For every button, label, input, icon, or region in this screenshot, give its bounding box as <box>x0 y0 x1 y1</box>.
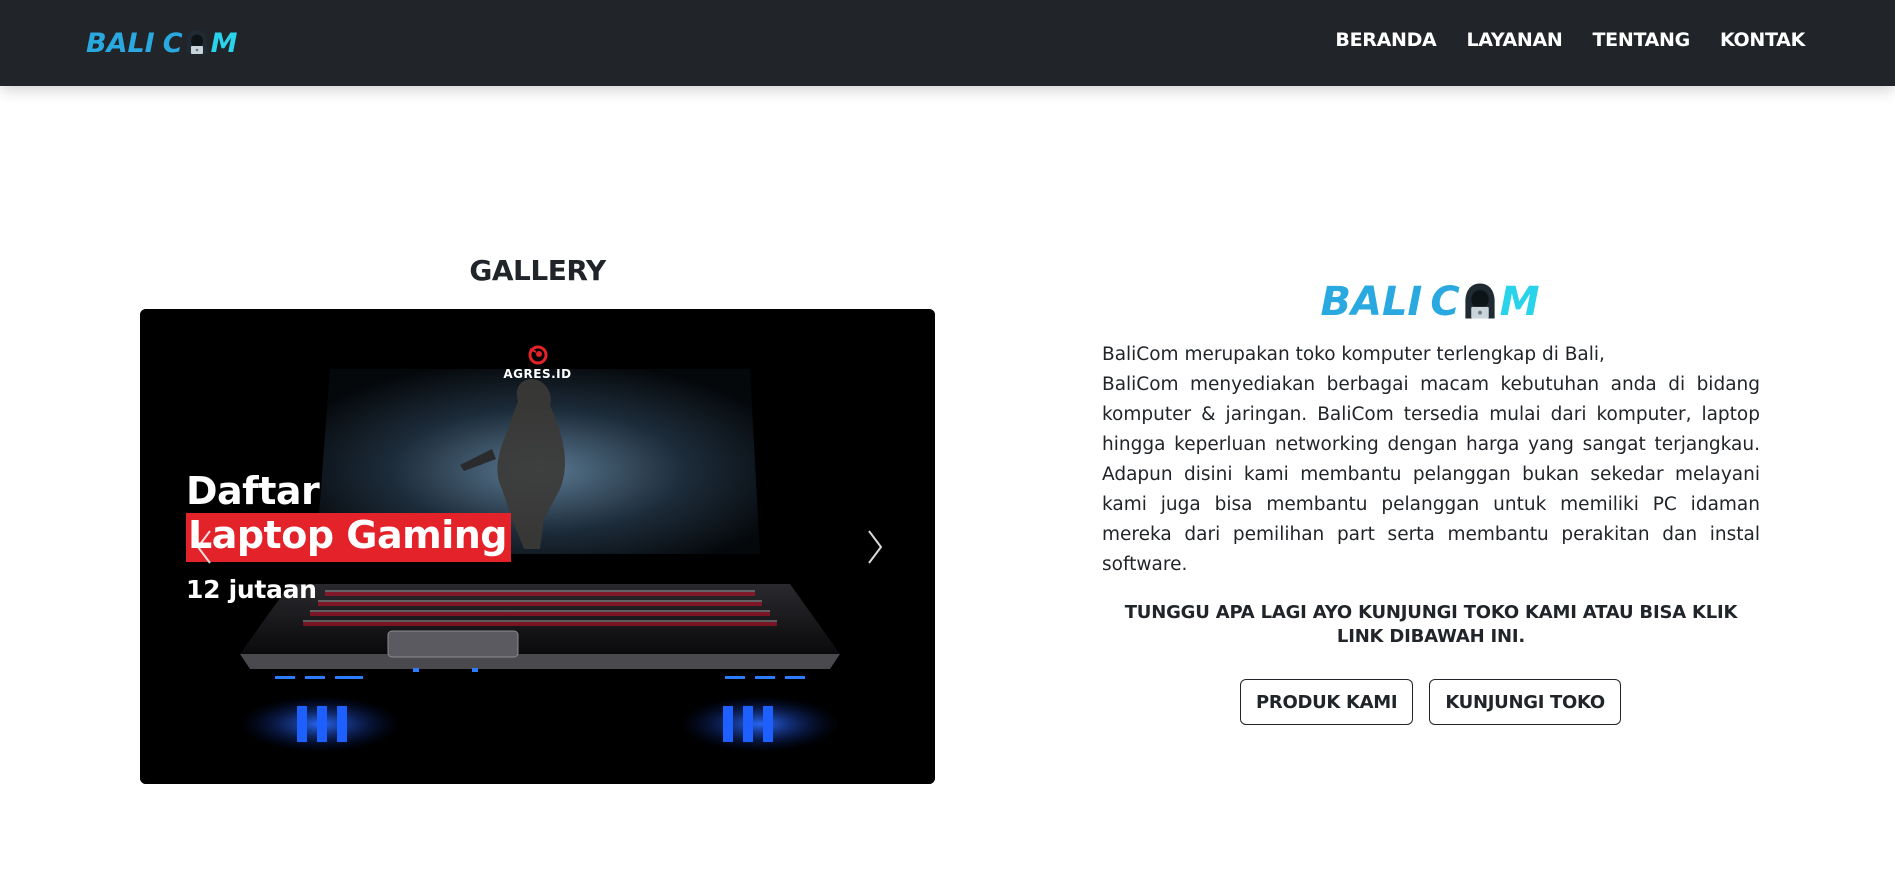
slide-caption-line3: 12 jutaan <box>186 575 317 604</box>
kunjungi-toko-button[interactable]: KUNJUNGI TOKO <box>1429 679 1621 725</box>
slide-caption-line1: Daftar <box>186 469 320 513</box>
nav-layanan[interactable]: LAYANAN <box>1466 29 1562 51</box>
logo-text: BALI C M <box>86 29 237 57</box>
slide-brand-label: AGRES.ID <box>503 367 572 381</box>
about-button-row: PRODUK KAMI KUNJUNGI TOKO <box>1240 679 1621 725</box>
about-logo-part-c: C <box>1430 279 1460 325</box>
gallery-carousel: AGRES.ID Daftar Laptop Gaming 12 jutaan <box>140 309 935 784</box>
slide-caption-line2: Laptop Gaming <box>186 513 511 562</box>
nav-tentang[interactable]: TENTANG <box>1593 29 1691 51</box>
agres-logo-icon <box>528 345 547 365</box>
logo-part-m: M <box>210 28 238 59</box>
chevron-right-icon <box>868 530 883 564</box>
about-logo-text: BALI C M <box>1321 279 1540 325</box>
hacker-icon <box>186 30 207 54</box>
gallery-title: GALLERY <box>469 254 606 287</box>
about-cta: TUNGGU APA LAGI AYO KUNJUNGI TOKO KAMI A… <box>1124 602 1738 647</box>
about-description-rest: BaliCom menyediakan berbagai macam kebut… <box>1102 374 1760 575</box>
about-description-first: BaliCom merupakan toko komputer terlengk… <box>1102 344 1605 365</box>
about-description: BaliCom merupakan toko komputer terlengk… <box>1102 340 1760 580</box>
about-hacker-icon <box>1465 283 1495 319</box>
about-logo-part-m: M <box>1499 279 1540 325</box>
carousel-next-button[interactable] <box>855 527 895 567</box>
nav-links: BERANDA LAYANAN TENTANG KONTAK <box>1335 29 1805 51</box>
logo-part-c: C <box>162 28 183 59</box>
navbar: BALI C M BERANDA LAYANAN TENTANG KONTAK <box>0 0 1895 86</box>
nav-beranda[interactable]: BERANDA <box>1335 29 1436 51</box>
carousel-prev-button[interactable] <box>184 527 224 567</box>
chevron-left-icon <box>196 530 211 564</box>
about-logo-part-bali: BALI <box>1320 279 1423 325</box>
about-logo: BALI C M <box>1100 282 1760 322</box>
brand-logo[interactable]: BALI C M <box>86 27 237 59</box>
logo-part-bali: BALI <box>86 28 155 59</box>
slide-brand: AGRES.ID <box>140 345 935 381</box>
nav-kontak[interactable]: KONTAK <box>1720 29 1805 51</box>
produk-kami-button[interactable]: PRODUK KAMI <box>1240 679 1414 725</box>
